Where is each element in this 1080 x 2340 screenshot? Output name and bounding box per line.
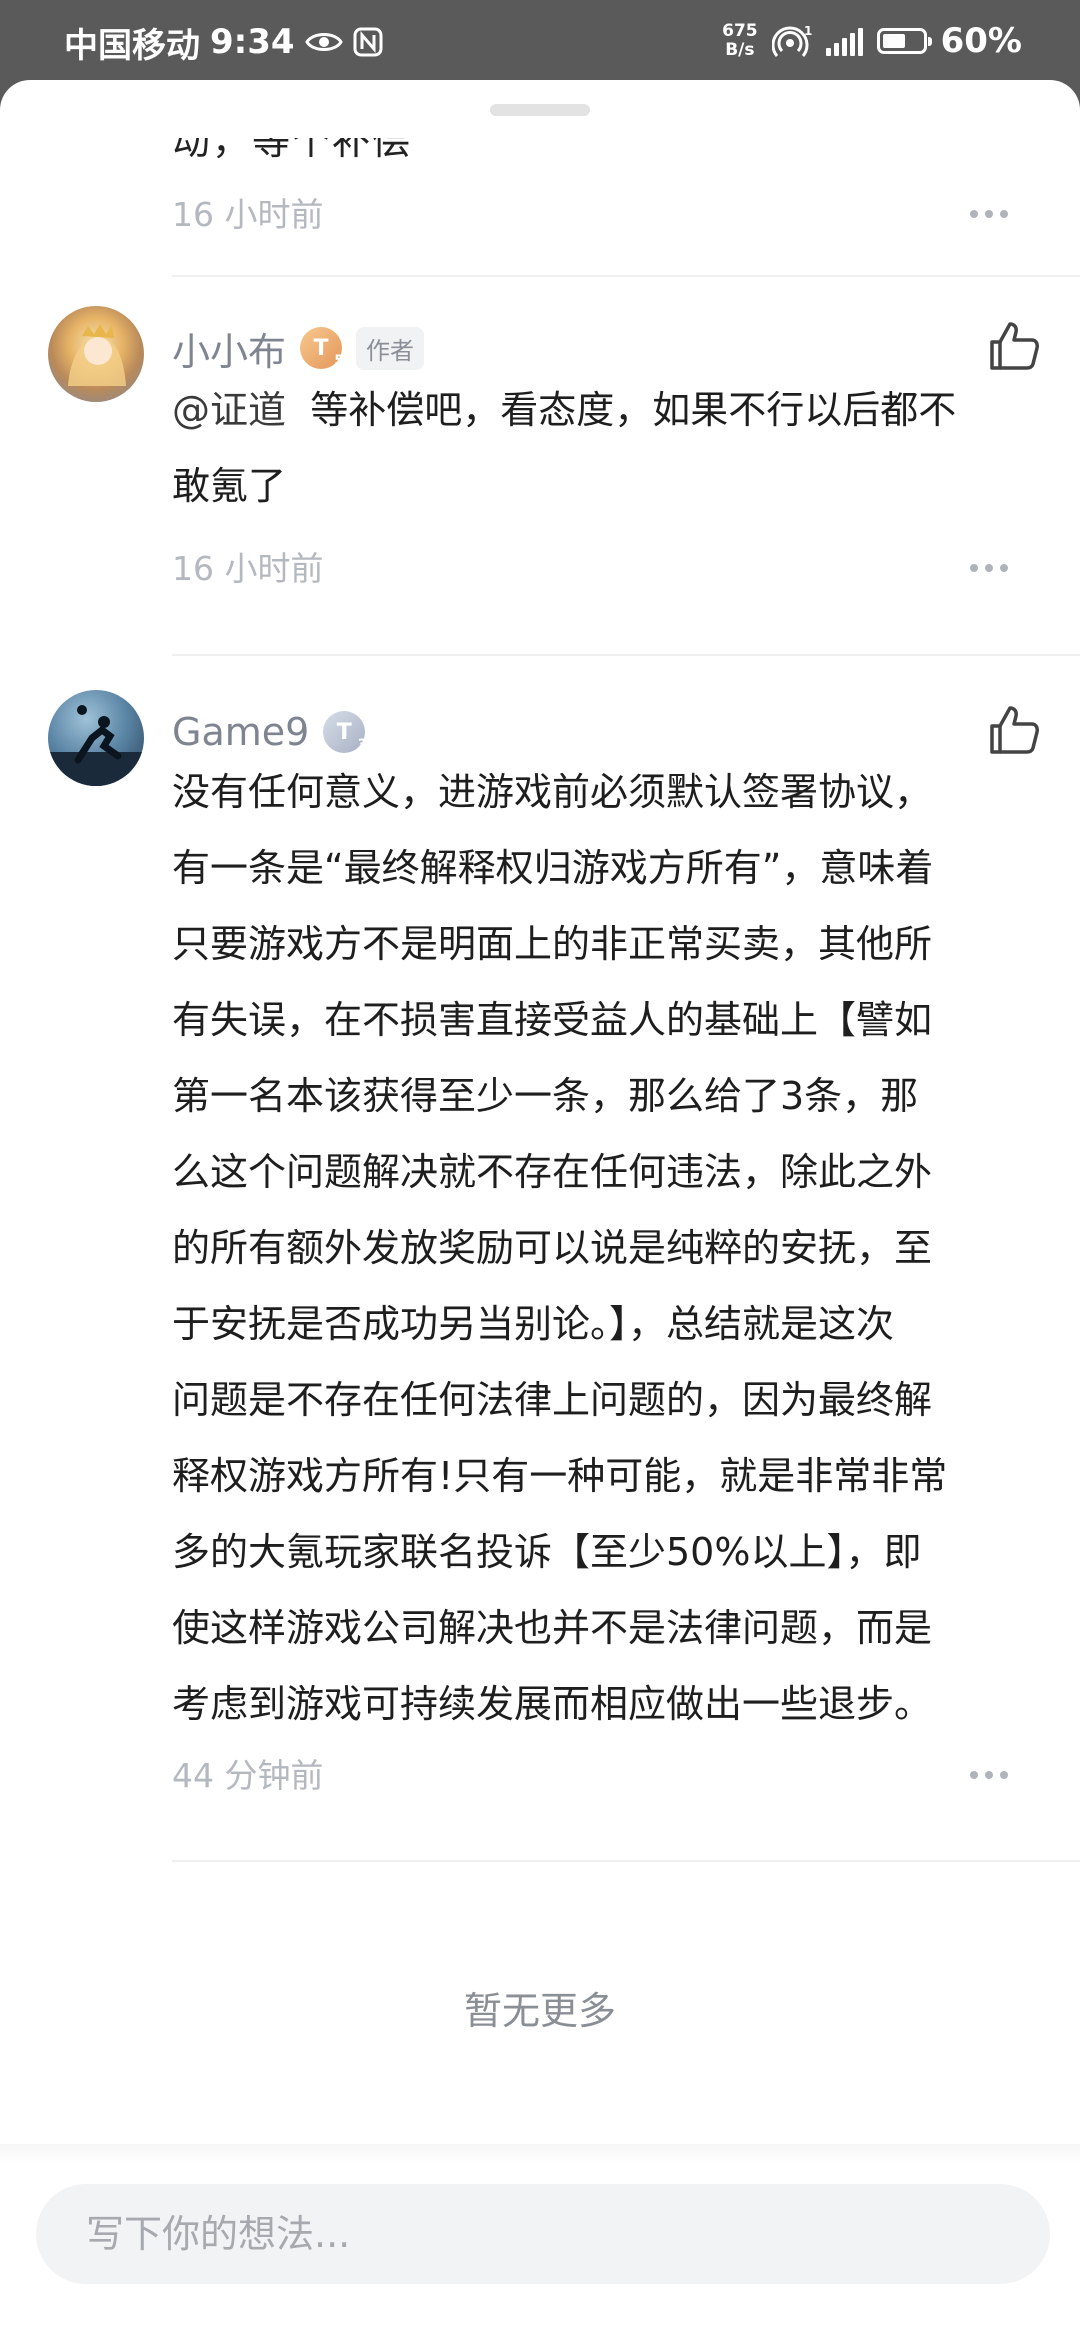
comment-text-line: 敢氪了	[172, 464, 287, 508]
drag-handle[interactable]	[490, 104, 590, 116]
avatar-image	[68, 324, 126, 386]
clock: 9:34	[210, 22, 295, 62]
avatar-image	[48, 705, 144, 786]
speed-unit: B/s	[725, 40, 755, 60]
comment-author-row: 小小布 T 5 作者	[172, 318, 425, 378]
battery-percent: 60%	[940, 21, 1022, 61]
comment-time: 44 分钟前	[172, 1756, 324, 1795]
comment-sheet: 动，等个补偿 16 小时前 小小布 T 5 作者 @证道 等补偿吧，看态度，如果…	[0, 80, 1080, 2340]
comment-text-line: 的所有额外发放奖励可以说是纯粹的安抚，至	[172, 1226, 933, 1270]
level-letter: T	[336, 719, 352, 745]
comment-text-line: 有一条是“最终解释权归游戏方所有”，意味着	[172, 846, 934, 890]
speed-value: 675	[722, 21, 758, 41]
no-more-label: 暂无更多	[463, 1989, 616, 2033]
comment-text-line: 问题是不存在任何法律上问题的，因为最终解	[172, 1378, 933, 1422]
comment-text-line: 使这样游戏公司解决也并不是法律问题，而是	[172, 1606, 933, 1650]
more-icon[interactable]	[970, 210, 1008, 218]
signal-icon	[825, 26, 863, 56]
username[interactable]: Game9	[172, 710, 309, 754]
level-badge: T 3	[323, 711, 368, 753]
comment-time: 16 小时前	[172, 195, 324, 234]
nfc-icon	[353, 27, 383, 57]
comment-text-partial: 动，等个补偿	[172, 119, 413, 163]
comment-input-bar	[0, 2144, 1080, 2340]
comment-meta: 44 分钟前	[172, 1751, 1020, 1801]
more-icon[interactable]	[970, 564, 1008, 572]
username[interactable]: 小小布	[172, 321, 286, 376]
svg-text:1: 1	[804, 24, 812, 38]
mention-link[interactable]: @证道	[172, 388, 286, 432]
comment-text-line: 么这个问题解决就不存在任何违法，除此之外	[172, 1150, 933, 1194]
battery-icon	[876, 28, 932, 54]
comment-author-row: Game9 T 3	[172, 702, 368, 762]
avatar[interactable]	[48, 690, 144, 786]
comment-text-line: 只要游戏方不是明面上的非正常买卖，其他所	[172, 922, 933, 966]
comment-text-line: 没有任何意义，进游戏前必须默认签署协议，	[172, 770, 933, 814]
hotspot-icon: 1	[771, 24, 812, 57]
comment-meta: 16 小时前	[172, 190, 1020, 240]
comment-text-line: 考虑到游戏可持续发展而相应做出一些退步。	[172, 1682, 933, 1726]
avatar[interactable]	[48, 306, 144, 402]
comment-text-line: 第一名本该获得至少一条，那么给了3条，那	[172, 1074, 919, 1118]
carrier-name: 中国移动	[64, 25, 200, 66]
comment-body: 没有任何意义，进游戏前必须默认签署协议， 有一条是“最终解释权归游戏方所有”，意…	[172, 754, 1042, 1742]
comment-text-line: 等补偿吧，看态度，如果不行以后都不	[310, 388, 957, 432]
status-right: 675 B/s 1 60%	[722, 18, 1022, 64]
level-letter: T	[313, 335, 329, 361]
level-number: 5	[334, 353, 345, 369]
comment-meta: 16 小时前	[172, 544, 1020, 594]
divider	[172, 1860, 1080, 1862]
comment-text-line: 多的大氪玩家联名投诉【至少50%以上】，即	[172, 1530, 922, 1574]
comment-input-container[interactable]	[36, 2184, 1050, 2284]
author-tag: 作者	[356, 326, 425, 370]
comment-body: @证道 等补偿吧，看态度，如果不行以后都不 敢氪了	[172, 372, 1042, 524]
comment-input[interactable]	[36, 2211, 988, 2257]
level-number: 3	[357, 737, 368, 753]
level-badge: T 5	[300, 327, 345, 369]
status-bar: 中国移动 9:34 675 B/s 1 60%	[0, 0, 1080, 80]
comment-text-line: 有失误，在不损害直接受益人的基础上【譬如	[172, 998, 933, 1042]
comment-text-line: 于安抚是否成功另当别论。】，总结就是这次	[172, 1302, 895, 1346]
thumbs-up-icon[interactable]	[986, 702, 1042, 758]
network-speed: 675 B/s	[722, 22, 758, 60]
eye-icon	[304, 33, 343, 51]
divider	[172, 654, 1080, 656]
comment-text-line: 释权游戏方所有!只有一种可能，就是非常非常	[172, 1454, 948, 1498]
divider	[172, 275, 1080, 277]
status-left: 中国移动 9:34	[64, 20, 383, 66]
comment-time: 16 小时前	[172, 549, 324, 588]
more-icon[interactable]	[970, 1771, 1008, 1779]
thumbs-up-icon[interactable]	[986, 318, 1042, 374]
